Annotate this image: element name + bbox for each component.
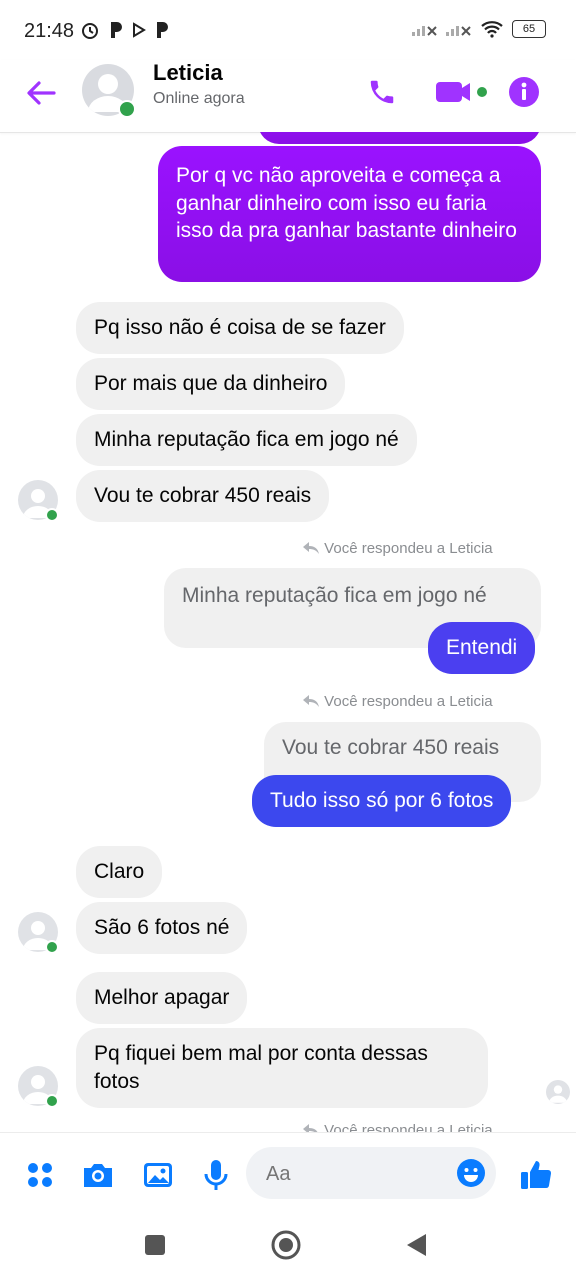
- call-button[interactable]: [364, 74, 400, 110]
- contact-status: Online agora: [153, 90, 245, 107]
- reply-indicator: Você respondeu a Leticia: [302, 693, 493, 710]
- message-input-container[interactable]: [246, 1147, 496, 1199]
- reply-icon: [303, 1124, 318, 1132]
- message-incoming[interactable]: Por mais que da dinheiro: [76, 358, 346, 410]
- message-input[interactable]: [264, 1159, 448, 1189]
- info-icon: [509, 77, 539, 107]
- thumbs-up-icon: [521, 1161, 552, 1189]
- home-icon[interactable]: [270, 1229, 302, 1261]
- reply-indicator-text: Você respondeu a Leticia: [324, 540, 493, 557]
- message-bubble-clipped: [258, 132, 541, 144]
- battery-icon: 65: [512, 20, 546, 38]
- info-button[interactable]: [506, 74, 542, 110]
- gallery-button[interactable]: [140, 1157, 176, 1193]
- more-actions-button[interactable]: [22, 1157, 58, 1193]
- composer-bar: [0, 1132, 576, 1221]
- parking-app-icon: [111, 22, 122, 38]
- message-incoming[interactable]: Vou te cobrar 450 reais: [76, 470, 330, 522]
- message-incoming[interactable]: Melhor apagar: [76, 972, 248, 1024]
- recent-apps-icon[interactable]: [144, 1234, 166, 1256]
- grid-dots-icon: [28, 1163, 52, 1187]
- message-incoming[interactable]: São 6 fotos né: [76, 902, 248, 954]
- status-bar: 21:48 65: [0, 0, 576, 60]
- video-call-button[interactable]: [432, 74, 492, 110]
- back-icon[interactable]: [404, 1232, 428, 1258]
- message-outgoing[interactable]: Por q vc não aproveita e começa a ganhar…: [158, 146, 541, 282]
- message-outgoing[interactable]: Tudo isso só por 6 fotos: [252, 775, 512, 827]
- signal-icon-2: [446, 26, 471, 36]
- online-dot: [45, 940, 59, 954]
- video-icon: [436, 82, 487, 102]
- signal-icon: [412, 26, 437, 36]
- contact-name[interactable]: Leticia: [153, 60, 223, 86]
- message-incoming[interactable]: Pq isso não é coisa de se fazer: [76, 302, 404, 354]
- message-incoming[interactable]: Claro: [76, 846, 163, 898]
- image-icon: [144, 1163, 172, 1187]
- online-dot: [118, 100, 136, 118]
- parking-app-icon-2: [157, 22, 168, 38]
- seen-avatar: [546, 1080, 570, 1104]
- camera-icon: [84, 1164, 112, 1187]
- system-navigation-bar: [0, 1220, 576, 1280]
- status-time: 21:48: [24, 20, 75, 42]
- microphone-icon: [204, 1160, 228, 1190]
- emoji-icon[interactable]: [456, 1158, 486, 1188]
- message-incoming[interactable]: Minha reputação fica em jogo né: [76, 414, 417, 466]
- reply-icon: [303, 542, 319, 554]
- message-incoming[interactable]: Pq fiquei bem mal por conta dessas fotos: [76, 1028, 488, 1108]
- chat-header: Leticia Online agora: [0, 60, 576, 133]
- reply-indicator: Você respondeu a Leticia: [302, 1122, 493, 1132]
- camera-button[interactable]: [80, 1157, 116, 1193]
- message-outgoing[interactable]: Entendi: [428, 622, 536, 674]
- voice-button[interactable]: [198, 1157, 234, 1193]
- play-icon: [133, 22, 146, 38]
- online-dot: [45, 1094, 59, 1108]
- conversation-area[interactable]: Por q vc não aproveita e começa a ganhar…: [0, 132, 576, 1132]
- alarm-icon: [82, 23, 98, 39]
- online-dot: [45, 508, 59, 522]
- reply-indicator: Você respondeu a Leticia: [302, 540, 493, 557]
- phone-icon: [370, 80, 394, 104]
- reply-icon: [303, 695, 319, 707]
- reply-indicator-text: Você respondeu a Leticia: [324, 693, 493, 710]
- wifi-icon: [481, 21, 503, 38]
- like-button[interactable]: [518, 1157, 554, 1193]
- back-arrow-icon[interactable]: [24, 76, 58, 110]
- reply-indicator-text: Você respondeu a Leticia: [324, 1122, 493, 1132]
